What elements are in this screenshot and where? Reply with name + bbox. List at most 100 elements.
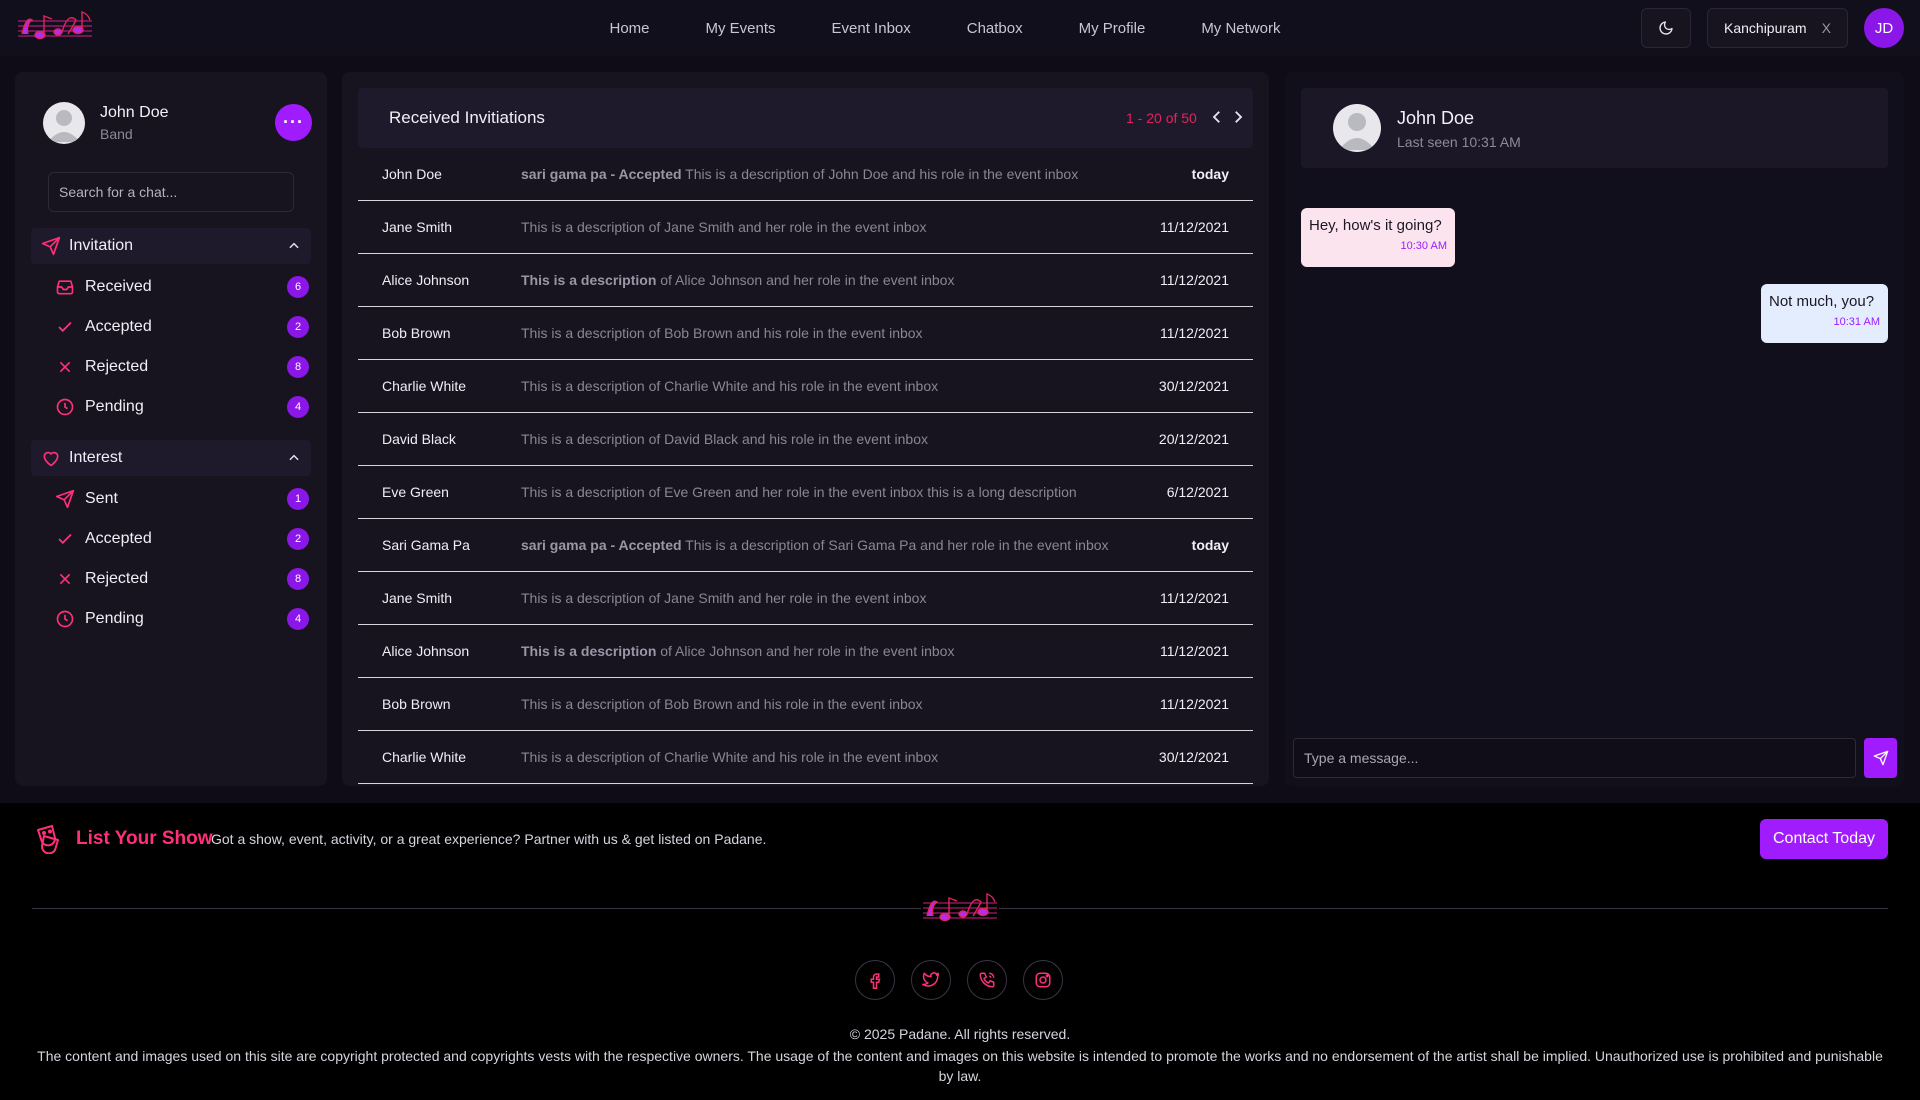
row-description-text: This is a description of Bob Brown and h… (521, 325, 923, 341)
row-sender-name: Eve Green (382, 484, 449, 500)
row-description-text: This is a description of David Black and… (521, 431, 928, 447)
row-description: This is a description of Charlie White a… (521, 749, 938, 765)
location-label: Kanchipuram (1724, 20, 1807, 36)
interest-section-header[interactable]: Interest (31, 440, 311, 476)
table-row[interactable]: Charlie White This is a description of Ch… (358, 731, 1253, 784)
facebook-link[interactable] (855, 960, 895, 1000)
location-chip[interactable]: Kanchipuram X (1707, 8, 1848, 48)
chevron-right-icon[interactable] (1229, 108, 1247, 126)
row-date: today (1191, 537, 1229, 553)
clock-icon (56, 398, 74, 416)
count-badge: 2 (287, 528, 309, 550)
disclaimer-text: The content and images used on this site… (37, 1048, 1883, 1084)
row-date: 6/12/2021 (1166, 484, 1229, 500)
copyright-text: © 2025 Padane. All rights reserved. (849, 1026, 1071, 1042)
moon-icon (1659, 21, 1673, 35)
row-description-text: This is a description of Charlie White a… (521, 749, 939, 765)
twitter-link[interactable] (911, 960, 951, 1000)
row-description: sari gama pa - Accepted This is a descri… (521, 166, 1078, 182)
invitations-header: Received Invitiations 1 - 20 of 50 (358, 88, 1253, 148)
table-row[interactable]: Jane Smith This is a description of Jane … (358, 201, 1253, 254)
chevron-left-icon[interactable] (1208, 108, 1226, 126)
nav-my-network[interactable]: My Network (1201, 20, 1280, 37)
row-description: This is a description of Bob Brown and h… (521, 696, 923, 712)
table-row[interactable]: Eve Green This is a description of Eve Gr… (358, 466, 1253, 519)
row-description-text: of Alice Johnson and her role in the eve… (656, 272, 955, 288)
table-row[interactable]: David Black This is a description of Davi… (358, 413, 1253, 466)
row-description: This is a description of Eve Green and h… (521, 484, 1077, 500)
nav-event-inbox[interactable]: Event Inbox (832, 20, 911, 37)
sidebar-item-label: Pending (85, 398, 144, 415)
page-title: Received Invitiations (389, 108, 545, 127)
message-input[interactable] (1293, 738, 1856, 778)
footer: List Your Show Got a show, event, activi… (0, 803, 1920, 1100)
invitations-panel: Received Invitiations 1 - 20 of 50 John … (342, 72, 1269, 786)
row-date: 11/12/2021 (1159, 643, 1229, 659)
contact-today-button[interactable]: Contact Today (1760, 819, 1888, 859)
inbox-icon (56, 280, 74, 295)
message-text: Not much, you? (1769, 293, 1875, 310)
count-badge: 2 (287, 316, 309, 338)
row-sender-name: Charlie White (382, 378, 467, 394)
nav-chatbox[interactable]: Chatbox (967, 20, 1023, 37)
row-description-text: This is a description of Sari Gama Pa an… (681, 537, 1109, 553)
table-row[interactable]: Jane Smith This is a description of Jane … (358, 572, 1253, 625)
nav-home[interactable]: Home (609, 20, 649, 37)
sidebar-item-label: Accepted (85, 530, 152, 547)
main-nav: Home My Events Event Inbox Chatbox My Pr… (0, 0, 1920, 56)
user-avatar[interactable]: JD (1864, 8, 1904, 48)
row-description-text: This is a description of Bob Brown and h… (521, 696, 923, 712)
table-row[interactable]: Sari Gama Pa sari gama pa - Accepted This… (358, 519, 1253, 572)
table-row[interactable]: Charlie White This is a description of Ch… (358, 360, 1253, 413)
sidebar-item-interest-accepted[interactable]: Accepted 2 (55, 524, 315, 554)
row-description-text: This is a description of Eve Green and h… (521, 484, 1077, 500)
table-row[interactable]: Alice Johnson This is a description of Al… (358, 625, 1253, 678)
chat-last-seen: Last seen 10:31 AM (1397, 134, 1521, 150)
row-description-text: This is a description of John Doe and hi… (681, 166, 1079, 182)
row-date: 30/12/2021 (1158, 749, 1229, 765)
sidebar-item-invitation-pending[interactable]: Pending 4 (55, 392, 315, 422)
location-clear-button[interactable]: X (1822, 20, 1831, 36)
invitation-section-header[interactable]: Invitation (31, 228, 311, 264)
table-row[interactable]: Bob Brown This is a description of Bob Br… (358, 678, 1253, 731)
row-date: today (1191, 166, 1229, 182)
nav-my-profile[interactable]: My Profile (1079, 20, 1146, 37)
send-button[interactable] (1864, 738, 1897, 778)
nav-my-events[interactable]: My Events (706, 20, 776, 37)
send-icon (55, 489, 75, 509)
row-description: sari gama pa - Accepted This is a descri… (521, 537, 1109, 553)
row-description: This is a description of Charlie White a… (521, 378, 938, 394)
table-row[interactable]: John Doe sari gama pa - Accepted This is … (358, 148, 1253, 201)
chat-contact-name: John Doe (1397, 108, 1475, 128)
message-time: 10:30 AM (1400, 240, 1447, 252)
list-your-show-subtitle: Got a show, event, activity, or a great … (211, 831, 767, 847)
sidebar-item-interest-sent[interactable]: Sent 1 (55, 484, 315, 514)
row-date: 11/12/2021 (1159, 272, 1229, 288)
theme-toggle-button[interactable] (1641, 8, 1691, 48)
row-sender-name: Bob Brown (382, 325, 451, 341)
sidebar-item-interest-rejected[interactable]: Rejected 8 (55, 564, 315, 594)
row-description-highlight: sari gama pa - Accepted (521, 166, 682, 182)
table-row[interactable]: Bob Brown This is a description of Bob Br… (358, 307, 1253, 360)
user-silhouette-icon (1339, 113, 1375, 150)
instagram-link[interactable] (1023, 960, 1063, 1000)
sidebar-item-label: Received (85, 278, 152, 295)
row-date: 11/12/2021 (1159, 696, 1229, 712)
chevron-up-icon (289, 454, 299, 461)
twitter-icon (922, 972, 940, 987)
sidebar-item-invitation-accepted[interactable]: Accepted 2 (55, 312, 315, 342)
table-row[interactable]: Alice Johnson This is a description of Al… (358, 254, 1253, 307)
chat-search-input[interactable] (48, 172, 294, 212)
sidebar-item-invitation-rejected[interactable]: Rejected 8 (55, 352, 315, 382)
sidebar-item-invitation-received[interactable]: Received 6 (55, 272, 315, 302)
top-navbar: Home My Events Event Inbox Chatbox My Pr… (0, 0, 1920, 56)
invitation-section-title: Invitation (69, 237, 134, 254)
sidebar-item-label: Rejected (85, 358, 149, 375)
phone-link[interactable] (967, 960, 1007, 1000)
padane-logo[interactable] (921, 889, 999, 929)
more-options-button[interactable]: ··· (275, 104, 312, 141)
sidebar-item-interest-pending[interactable]: Pending 4 (55, 604, 315, 634)
avatar (1333, 104, 1381, 152)
row-description-highlight: This is a description (521, 643, 657, 659)
count-badge: 6 (287, 276, 309, 298)
